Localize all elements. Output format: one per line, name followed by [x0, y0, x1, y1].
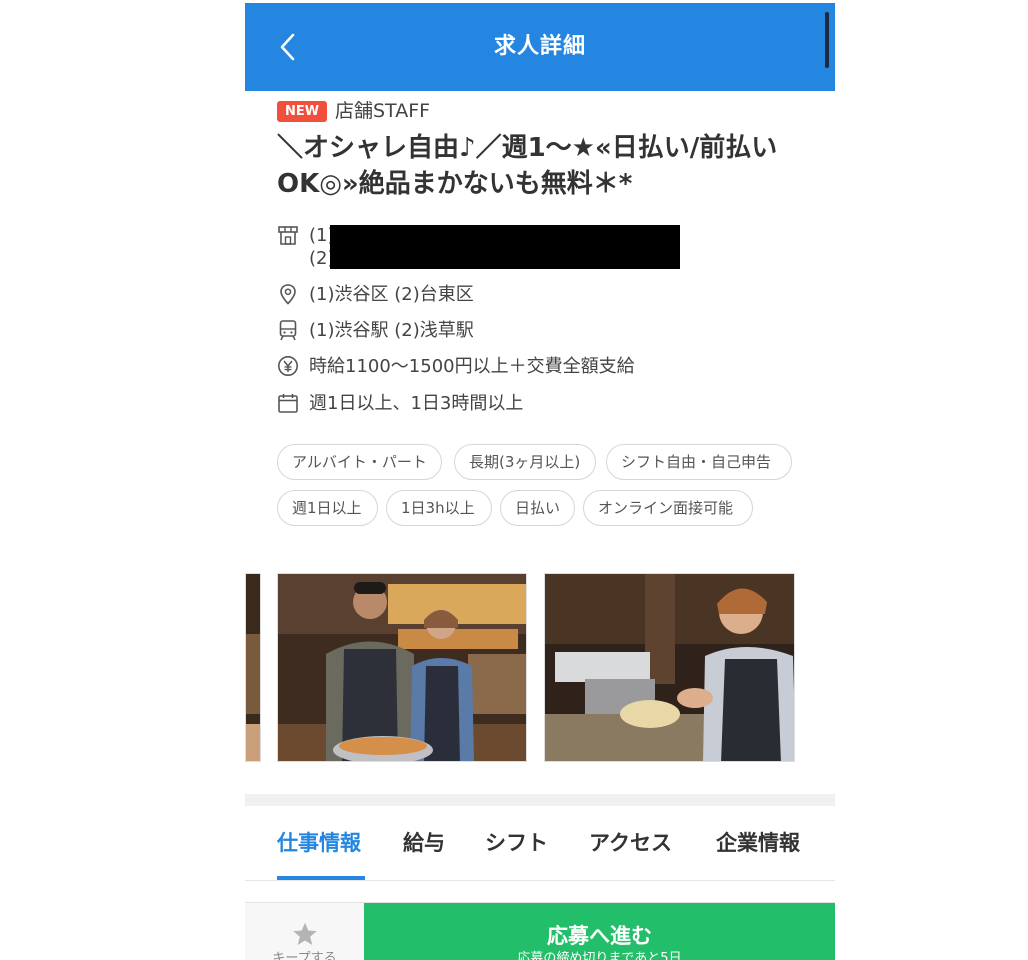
area-text: (1)渋谷区 (2)台東区	[309, 284, 474, 305]
photo-prev-partial[interactable]	[245, 573, 261, 762]
location-pin-icon	[280, 284, 296, 305]
tag-online-interview[interactable]: オンライン面接可能	[583, 490, 753, 526]
tab-salary[interactable]: 給与	[403, 826, 445, 860]
apply-deadline: 応募の締め切りまであと5日	[517, 951, 682, 960]
tag-once-a-week[interactable]: 週1日以上	[277, 490, 378, 526]
new-badge: NEW	[277, 101, 327, 122]
tab-company-info[interactable]: 企業情報	[716, 826, 800, 860]
train-icon	[279, 320, 297, 341]
job-detail-screen: 求人詳細 NEW 店舗STAFF ＼オシャレ自由♪／週1〜★«日払い/前払いOK…	[245, 0, 835, 960]
scrollbar[interactable]	[825, 12, 829, 68]
schedule-text: 週1日以上、1日3時間以上	[309, 393, 524, 414]
page-title: 求人詳細	[493, 34, 586, 59]
tab-access[interactable]: アクセス	[589, 826, 672, 860]
salary-text: 時給1100〜1500円以上＋交費全額支給	[309, 356, 635, 377]
redacted-store-names	[330, 225, 680, 269]
tag-part-time[interactable]: アルバイト・パート	[277, 444, 442, 480]
tag-3h-per-day[interactable]: 1日3h以上	[386, 490, 492, 526]
station-text: (1)渋谷駅 (2)浅草駅	[309, 320, 474, 341]
apply-button[interactable]: 応募へ進む 応募の締め切りまであと5日	[364, 903, 835, 960]
store-icon	[278, 226, 298, 245]
keep-button[interactable]: キープする	[245, 903, 364, 960]
tab-divider	[245, 880, 835, 881]
tab-job-info[interactable]: 仕事情報	[277, 826, 361, 860]
photo-staff-cooking[interactable]	[544, 573, 795, 762]
keep-label: キープする	[272, 951, 337, 960]
calendar-icon	[278, 394, 298, 413]
apply-label: 応募へ進む	[547, 924, 652, 948]
bottom-action-bar: キープする 応募へ進む 応募の締め切りまであと5日	[245, 902, 835, 960]
tab-shift[interactable]: シフト	[485, 826, 548, 860]
job-title: ＼オシャレ自由♪／週1〜★«日払い/前払いOK◎»絶品まかないも無料＊*	[277, 133, 778, 199]
yen-icon	[278, 356, 298, 376]
job-category: 店舗STAFF	[335, 100, 431, 122]
app-header: 求人詳細	[245, 3, 835, 91]
tag-long-term[interactable]: 長期(3ヶ月以上)	[454, 444, 596, 480]
tag-free-shift[interactable]: シフト自由・自己申告	[606, 444, 792, 480]
section-separator	[245, 794, 835, 806]
tag-daily-pay[interactable]: 日払い	[500, 490, 575, 526]
photo-staff-duo[interactable]	[277, 573, 527, 762]
star-icon	[293, 922, 317, 946]
